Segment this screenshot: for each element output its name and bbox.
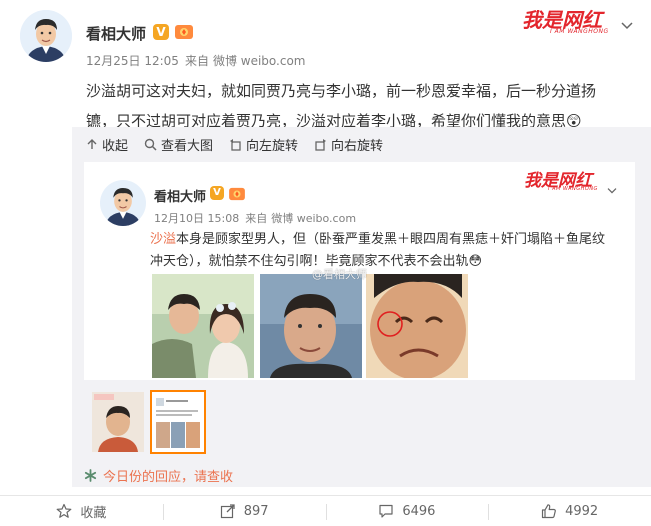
inner-post-meta: 12月10日 15:08 来自 微博 weibo.com	[154, 210, 362, 226]
inner-name-link: 沙溢	[150, 232, 177, 247]
inner-verified-badge: V	[210, 186, 224, 200]
favorite-label: 收藏	[80, 505, 107, 521]
reply-text: 今日份的回应，请查收	[103, 470, 234, 485]
inner-photo-couple	[152, 274, 254, 378]
star-icon	[56, 503, 72, 518]
rotate-left-label: 向左旋转	[246, 138, 299, 154]
like-button[interactable]: 4992	[488, 496, 651, 526]
inner-photo-closeup	[260, 274, 362, 378]
rotate-left-button[interactable]: 向左旋转	[229, 135, 298, 154]
rotate-right-button[interactable]: 向右旋转	[314, 135, 383, 154]
author-avatar[interactable]	[20, 10, 72, 62]
comment-count: 6496	[402, 503, 436, 519]
verified-badge: V	[153, 24, 169, 40]
repost-icon	[220, 504, 235, 519]
inner-image-watermark: @看相大师	[312, 268, 367, 281]
post-text-line1: 沙溢胡可这对夫妇，就如同贾乃亮与李小璐，前一秒恩爱幸福，后一秒分道扬	[86, 82, 597, 100]
inner-chevron-down-icon	[606, 180, 618, 199]
collapse-label: 收起	[102, 138, 129, 154]
comment-icon	[379, 504, 393, 518]
rotate-left-icon	[230, 138, 241, 151]
post-source[interactable]: 微博 weibo.com	[213, 54, 306, 68]
inner-emoji: 😳	[468, 254, 483, 269]
reply-line[interactable]: 今日份的回应，请查收	[84, 466, 233, 485]
magnifier-icon	[144, 138, 157, 151]
repost-count: 897	[243, 503, 269, 519]
repost-button[interactable]: 897	[162, 496, 326, 526]
fan-badge-icon	[175, 24, 193, 40]
rotate-right-icon	[315, 138, 327, 151]
like-icon	[541, 504, 556, 519]
comment-button[interactable]: 6496	[325, 496, 489, 526]
inner-author-avatar	[100, 180, 146, 226]
author-name[interactable]: 看相大师	[86, 23, 146, 44]
like-count: 4992	[565, 503, 599, 519]
inner-post-source: 微博 weibo.com	[271, 212, 357, 225]
source-prefix: 来自	[184, 54, 209, 68]
thumbnail-strip	[92, 390, 206, 454]
thumbnail-1[interactable]	[92, 392, 144, 452]
inner-author-name: 看相大师	[154, 190, 207, 205]
inner-watermark-sub: I AM WANGHONG	[548, 186, 598, 192]
inner-photo-face-marked	[366, 274, 468, 378]
inner-fan-badge-icon	[229, 186, 245, 201]
action-bar: 收藏 897 6496 4992	[0, 495, 651, 526]
watermark-sub: I AM WANGHONG	[550, 28, 609, 35]
post-time[interactable]: 12月25日 12:05	[86, 54, 179, 68]
inner-post-text: 沙溢本身是顾家型男人，但（卧蚕严重发黑＋眼四周有黑痣＋奸门塌陷＋鱼尾纹 冲天仓）…	[150, 229, 630, 273]
collapse-arrow-icon	[87, 139, 97, 149]
rotate-right-label: 向右旋转	[331, 138, 384, 154]
view-large-label: 查看大图	[161, 138, 214, 154]
inner-text-line1: 本身是顾家型男人，但（卧蚕严重发黑＋眼四周有黑痣＋奸门塌陷＋鱼尾纹	[176, 232, 606, 247]
view-large-button[interactable]: 查看大图	[144, 135, 213, 154]
inner-source-prefix: 来自	[245, 212, 268, 225]
reply-asterisk-icon	[84, 469, 97, 482]
post-meta: 12月25日 12:05 来自 微博 weibo.com	[86, 52, 312, 69]
chevron-down-icon[interactable]	[620, 16, 634, 35]
collapse-button[interactable]: 收起	[86, 135, 128, 154]
favorite-button[interactable]: 收藏	[0, 496, 163, 526]
inner-post-time: 12月10日 15:08	[154, 212, 240, 225]
inner-text-line2: 冲天仓），就怕禁不住勾引啊！毕竟顾家不代表不会出轨	[150, 254, 469, 269]
thumbnail-2-selected[interactable]	[150, 390, 206, 454]
media-toolbar: 收起 查看大图 向左旋转 向右旋转	[86, 135, 383, 154]
